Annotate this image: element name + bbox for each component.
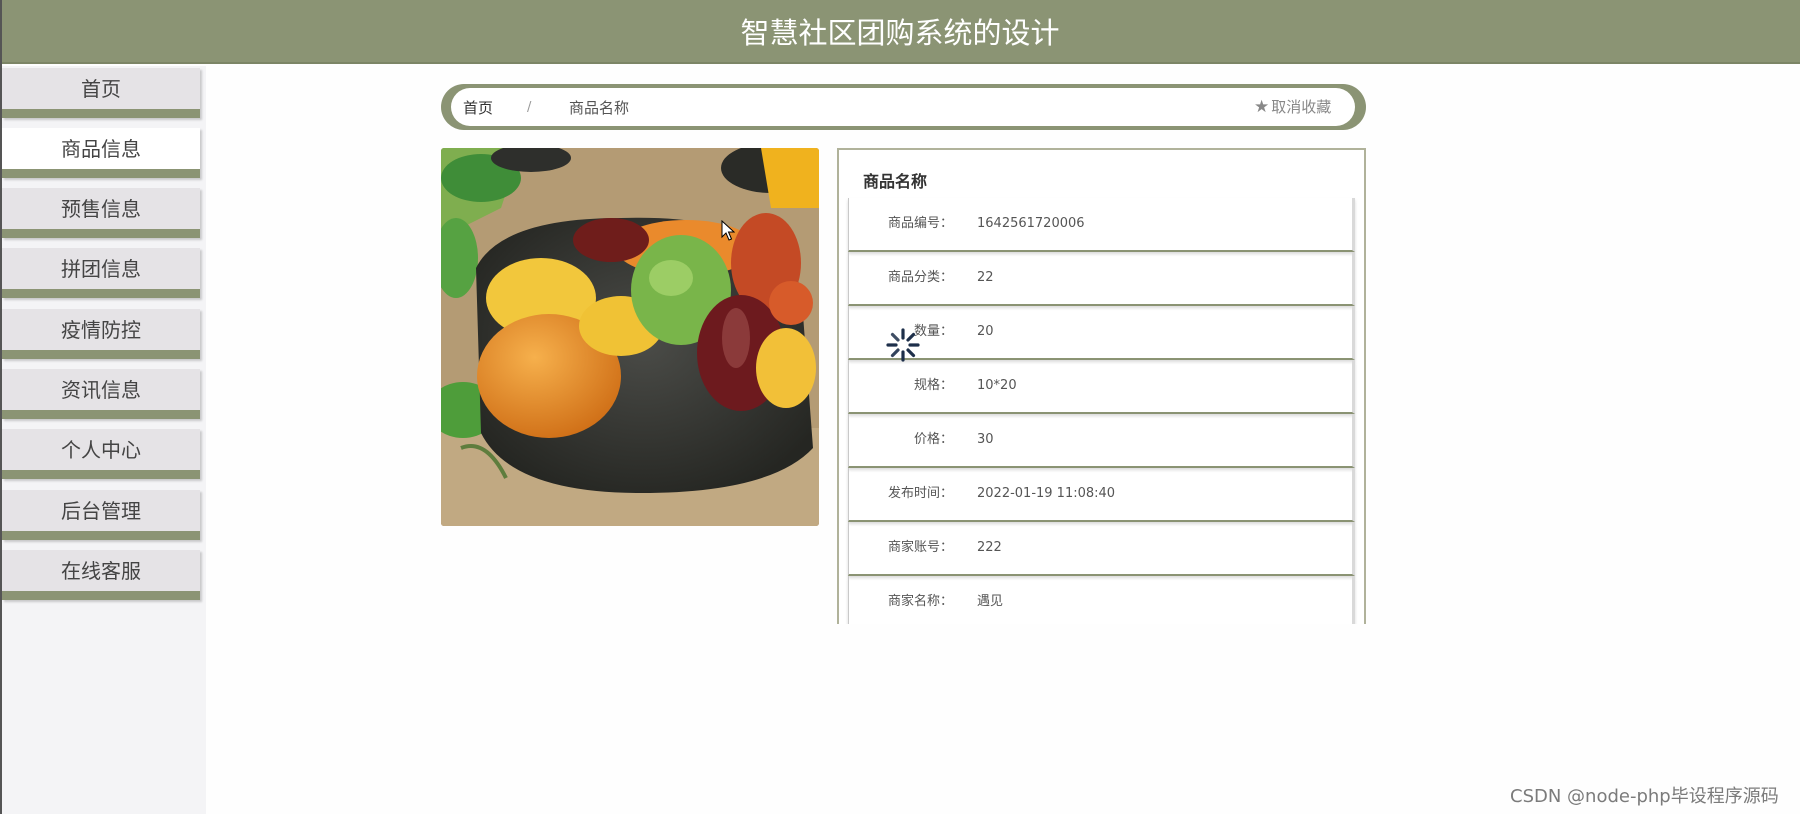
row-label: 规格： (913, 378, 953, 393)
detail-row-quantity: 数量： 20 (848, 306, 1355, 360)
row-value: 22 (977, 270, 994, 285)
loading-spinner-icon (886, 328, 920, 362)
detail-row-category: 商品分类： 22 (848, 252, 1355, 306)
product-image (441, 148, 819, 526)
row-label: 发布时间： (887, 486, 953, 501)
row-label: 商家名称： (887, 594, 953, 609)
unfavorite-label: 取消收藏 (1271, 98, 1332, 116)
unfavorite-button[interactable]: ★ 取消收藏 (1254, 95, 1331, 119)
sidebar-item-group-buy[interactable]: 拼团信息 (2, 248, 200, 298)
breadcrumb-home-link[interactable]: 首页 (463, 96, 493, 120)
detail-row-spec: 规格： 10*20 (848, 360, 1355, 414)
row-value: 30 (977, 432, 994, 447)
detail-row-merchant-name: 商家名称： 遇见 (848, 576, 1355, 624)
product-detail-table: 商品编号： 1642561720006 商品分类： 22 数量： 20 规格： … (848, 198, 1355, 624)
row-value: 222 (977, 540, 1002, 555)
sidebar-item-home[interactable]: 首页 (2, 68, 200, 118)
sidebar-item-support[interactable]: 在线客服 (2, 550, 200, 600)
row-value: 2022-01-19 11:08:40 (977, 486, 1116, 501)
detail-row-product-id: 商品编号： 1642561720006 (848, 198, 1355, 252)
star-icon: ★ (1254, 97, 1270, 117)
row-value: 1642561720006 (977, 216, 1085, 231)
product-detail-panel: 商品名称 商品编号： 1642561720006 商品分类： 22 数量： 20… (837, 148, 1366, 624)
sidebar: 首页 商品信息 预售信息 拼团信息 疫情防控 资讯信息 个人中心 后台管理 在线… (2, 66, 206, 814)
watermark: CSDN @node-php毕设程序源码 (1510, 786, 1779, 807)
breadcrumb-separator: / (527, 100, 532, 115)
sidebar-item-news[interactable]: 资讯信息 (2, 369, 200, 419)
detail-row-publish-time: 发布时间： 2022-01-19 11:08:40 (848, 468, 1355, 522)
sidebar-item-admin[interactable]: 后台管理 (2, 490, 200, 540)
mouse-pointer-icon (721, 220, 735, 241)
row-label: 商品编号： (887, 216, 953, 231)
row-label: 商家账号： (887, 540, 953, 555)
product-name-heading: 商品名称 (863, 172, 928, 191)
row-label: 商品分类： (887, 270, 953, 285)
sidebar-item-profile[interactable]: 个人中心 (2, 429, 200, 479)
dried-fruit-photo (441, 148, 819, 526)
sidebar-item-products[interactable]: 商品信息 (2, 128, 200, 178)
page-title: 智慧社区团购系统的设计 (740, 16, 1060, 50)
row-value: 遇见 (977, 594, 1004, 609)
sidebar-item-epidemic[interactable]: 疫情防控 (2, 309, 200, 359)
row-value: 10*20 (977, 378, 1017, 393)
row-label: 价格： (913, 432, 953, 447)
detail-row-price: 价格： 30 (848, 414, 1355, 468)
row-value: 20 (977, 324, 994, 339)
breadcrumb-current: 商品名称 (569, 99, 630, 117)
detail-row-merchant-account: 商家账号： 222 (848, 522, 1355, 576)
sidebar-item-presale[interactable]: 预售信息 (2, 188, 200, 238)
app-header: 智慧社区团购系统的设计 (0, 0, 1800, 64)
